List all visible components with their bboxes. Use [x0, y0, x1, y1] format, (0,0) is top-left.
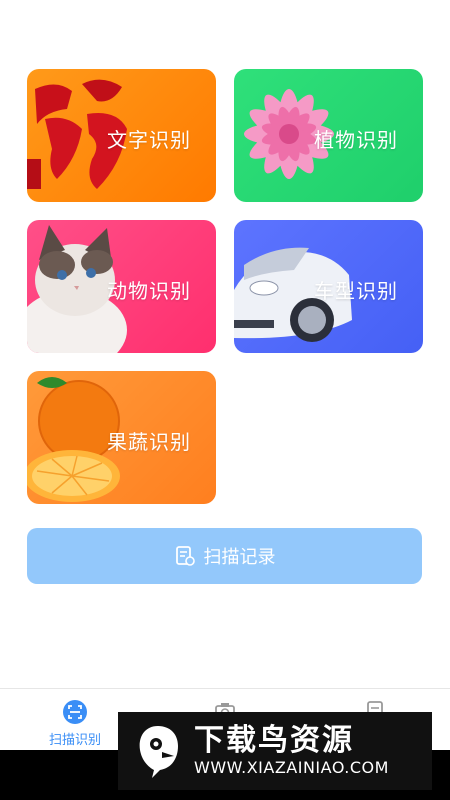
card-label: 果蔬识别	[107, 430, 191, 454]
card-label: 车型识别	[314, 279, 398, 303]
card-label: 植物识别	[314, 128, 398, 152]
text-recognition-card[interactable]: 文字识别	[27, 69, 216, 202]
watermark: 下载鸟资源 WWW.XIAZAINIAO.COM	[118, 712, 432, 790]
bird-logo-icon	[139, 726, 178, 778]
card-label: 文字识别	[107, 128, 191, 152]
plant-recognition-card[interactable]: 植物识别	[234, 69, 423, 202]
scan-icon	[63, 700, 87, 724]
fruit-vegetable-recognition-card[interactable]: 果蔬识别	[27, 371, 216, 504]
scan-record-label: 扫描记录	[203, 547, 276, 568]
document-list-icon	[175, 546, 195, 566]
card-label: 动物识别	[107, 279, 191, 303]
watermark-title: 下载鸟资源	[194, 723, 354, 758]
car-recognition-card[interactable]: 车型识别	[234, 220, 423, 353]
animal-recognition-card[interactable]: 动物识别	[27, 220, 216, 353]
watermark-url: WWW.XIAZAINIAO.COM	[194, 758, 389, 777]
scan-record-button[interactable]: 扫描记录	[27, 528, 422, 584]
